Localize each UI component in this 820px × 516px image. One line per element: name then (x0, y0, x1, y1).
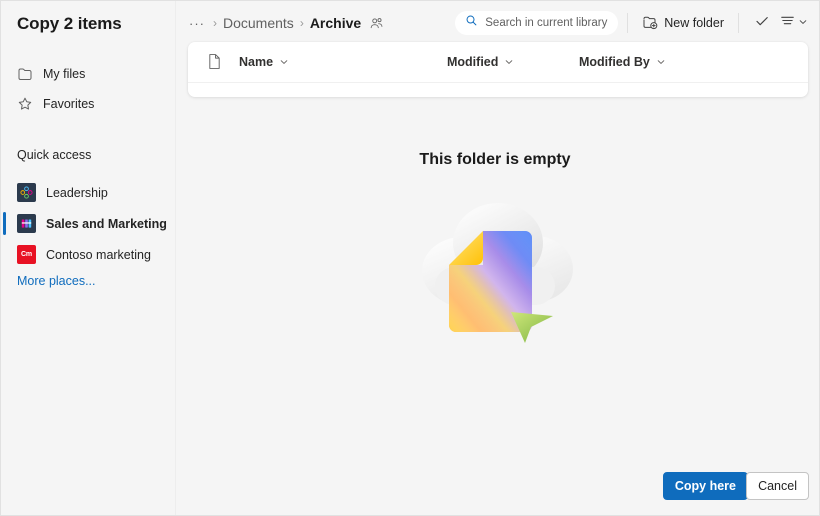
command-bar: ··· › Documents › Archive Search in curr… (177, 1, 819, 45)
empty-state-title: This folder is empty (419, 151, 571, 168)
quick-access-list: Leadership Sales and Marketing Cm Contos… (1, 177, 176, 270)
chevron-down-icon (656, 57, 666, 67)
more-places-link[interactable]: More places... (17, 274, 96, 288)
site-icon-sales (17, 214, 36, 233)
quick-access-heading: Quick access (17, 148, 92, 162)
dialog-title: Copy 2 items (17, 14, 122, 33)
column-header-label: Name (239, 55, 274, 69)
star-icon (17, 96, 33, 112)
dialog-footer: Copy here Cancel (177, 457, 819, 515)
select-all-button[interactable] (748, 9, 776, 37)
breadcrumb-item-archive[interactable]: Archive (310, 15, 361, 31)
sidebar-item-label: Sales and Marketing (46, 216, 167, 231)
new-folder-label: New folder (664, 16, 724, 30)
sidebar-item-contoso-marketing[interactable]: Cm Contoso marketing (1, 239, 176, 270)
sort-lines-icon (779, 12, 796, 34)
search-input[interactable] (485, 17, 611, 29)
sidebar-item-favorites[interactable]: Favorites (1, 89, 176, 119)
document-icon (207, 53, 222, 75)
copy-items-dialog: Copy 2 items My files Favorites Quick ac… (0, 0, 820, 516)
sidebar-item-label: My files (43, 66, 86, 81)
folder-add-icon (642, 14, 658, 33)
sidebar-item-leadership[interactable]: Leadership (1, 177, 176, 208)
column-header-modified[interactable]: Modified (447, 55, 514, 69)
column-header-label: Modified By (579, 55, 650, 69)
sidebar-nav-list: My files Favorites (1, 59, 176, 119)
sidebar-item-label: Favorites (43, 96, 95, 111)
breadcrumb-item-documents[interactable]: Documents (223, 15, 294, 31)
sidebar: Copy 2 items My files Favorites Quick ac… (1, 1, 176, 515)
main-content: ··· › Documents › Archive Search in curr… (177, 1, 819, 515)
cloud-document-cursor-illustration (407, 183, 583, 356)
chevron-down-icon (504, 57, 514, 67)
cancel-button[interactable]: Cancel (746, 472, 809, 500)
sidebar-item-sales-and-marketing[interactable]: Sales and Marketing (1, 208, 176, 239)
column-header-modified-by[interactable]: Modified By (579, 55, 666, 69)
breadcrumb-overflow-button[interactable]: ··· (187, 16, 207, 31)
search-box[interactable] (455, 11, 619, 35)
column-header-name[interactable]: Name (239, 55, 289, 69)
column-header-label: Modified (447, 55, 499, 69)
file-list-header-row: Name Modified Modified By (188, 42, 808, 83)
site-icon-leadership (17, 183, 36, 202)
chevron-down-icon (279, 57, 289, 67)
site-icon-contoso: Cm (17, 245, 36, 264)
new-folder-button[interactable]: New folder (637, 9, 729, 37)
checkmark-icon (754, 13, 770, 34)
toolbar-divider (627, 13, 629, 33)
breadcrumb: ··· › Documents › Archive (187, 15, 384, 31)
breadcrumb-separator: › (213, 16, 217, 30)
sidebar-item-my-files[interactable]: My files (1, 59, 176, 89)
sidebar-item-label: Contoso marketing (46, 247, 151, 262)
search-icon (465, 14, 478, 32)
copy-here-button[interactable]: Copy here (662, 472, 748, 500)
sidebar-item-label: Leadership (46, 185, 108, 200)
sort-view-button[interactable] (776, 9, 811, 37)
chevron-down-icon (798, 14, 808, 32)
breadcrumb-separator: › (299, 16, 304, 30)
folder-icon (17, 66, 33, 82)
command-bar-right: New folder (455, 1, 811, 45)
empty-state: This folder is empty (177, 151, 819, 356)
people-shared-icon (369, 16, 384, 31)
file-list-card: Name Modified Modified By (188, 42, 808, 97)
toolbar-divider (738, 13, 739, 33)
